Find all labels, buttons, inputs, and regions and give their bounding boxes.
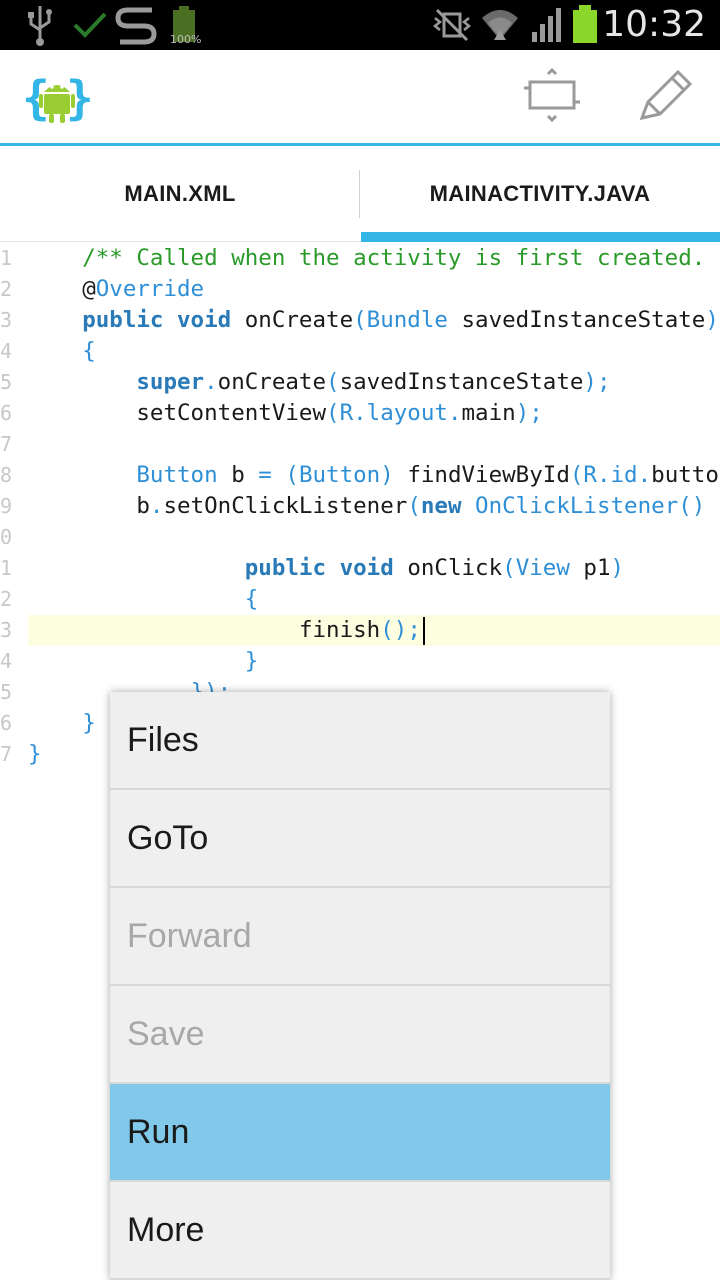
code-line[interactable]: { [28,336,96,367]
code-line[interactable]: } [28,739,42,770]
menu-item-goto[interactable]: GoTo [110,790,610,888]
line-number: 2 [0,277,13,301]
code-line[interactable]: super.onCreate(savedInstanceState); [28,367,610,398]
line-number: 4 [0,339,13,363]
line-number: 3 [0,308,13,332]
battery-percent-label: 100% [170,33,202,46]
code-line[interactable]: Button b = (Button) findViewById(R.id.bu… [28,460,720,491]
android-braces-logo[interactable]: { } [22,68,92,128]
sync-icon [115,7,157,45]
line-number: 3 [0,618,13,642]
line-number: 1 [0,556,13,580]
menu-item-label: Run [127,1112,190,1151]
menu-item-save: Save [110,986,610,1084]
line-number: 7 [0,432,13,456]
tab-main-xml[interactable]: MAIN.XML [0,146,360,242]
menu-item-label: Save [127,1014,205,1053]
line-number: 7 [0,742,13,766]
line-number: 5 [0,370,13,394]
tab-mainactivity-java[interactable]: MAINACTIVITY.JAVA [360,146,720,242]
code-line[interactable]: public void onCreate(Bundle savedInstanc… [28,305,719,336]
line-number: 6 [0,711,13,735]
battery-icon [573,5,597,43]
code-line[interactable]: b.setOnClickListener(new OnClickListener… [28,491,705,522]
line-number: 2 [0,587,13,611]
code-line[interactable]: finish(); [28,615,425,646]
check-icon [73,12,107,38]
line-number: 9 [0,494,13,518]
line-number: 5 [0,680,13,704]
text-cursor [422,616,425,645]
code-line[interactable]: setContentView(R.layout.main); [28,398,542,429]
selected-tab-indicator [361,232,720,242]
menu-item-run[interactable]: Run [110,1084,610,1182]
line-number: 1 [0,246,13,270]
wifi-icon [482,10,518,40]
menu-item-label: More [127,1210,205,1249]
code-line[interactable]: { [28,584,259,615]
menu-item-label: Forward [127,916,252,955]
tab-label: MAINACTIVITY.JAVA [429,181,651,206]
tab-label: MAIN.XML [124,181,236,206]
menu-item-more[interactable]: More [110,1182,610,1280]
code-line[interactable]: } [28,646,259,677]
line-number: 8 [0,463,13,487]
menu-item-files[interactable]: Files [110,692,610,790]
clock: 10:32 [602,4,706,45]
edit-pencil-icon[interactable] [632,66,698,126]
swap-view-icon[interactable] [520,66,586,126]
line-number: 6 [0,401,13,425]
overflow-menu: Files GoTo Forward Save Run More [110,692,610,1280]
file-tabs: MAIN.XML MAINACTIVITY.JAVA [0,146,720,242]
action-bar: { } [0,50,720,143]
status-bar: 100% 10:32 [0,0,720,50]
menu-item-label: GoTo [127,818,209,857]
code-line[interactable]: } [28,708,96,739]
code-line[interactable]: @Override [28,274,204,305]
menu-item-forward: Forward [110,888,610,986]
code-line[interactable]: /** Called when the activity is first cr… [28,243,720,274]
mute-vibrate-icon [432,8,472,42]
line-number: 4 [0,649,13,673]
usb-icon [28,6,52,46]
menu-item-label: Files [127,720,199,759]
line-number: 0 [0,525,13,549]
code-line[interactable]: public void onClick(View p1) [28,553,624,584]
signal-icon [532,8,561,42]
